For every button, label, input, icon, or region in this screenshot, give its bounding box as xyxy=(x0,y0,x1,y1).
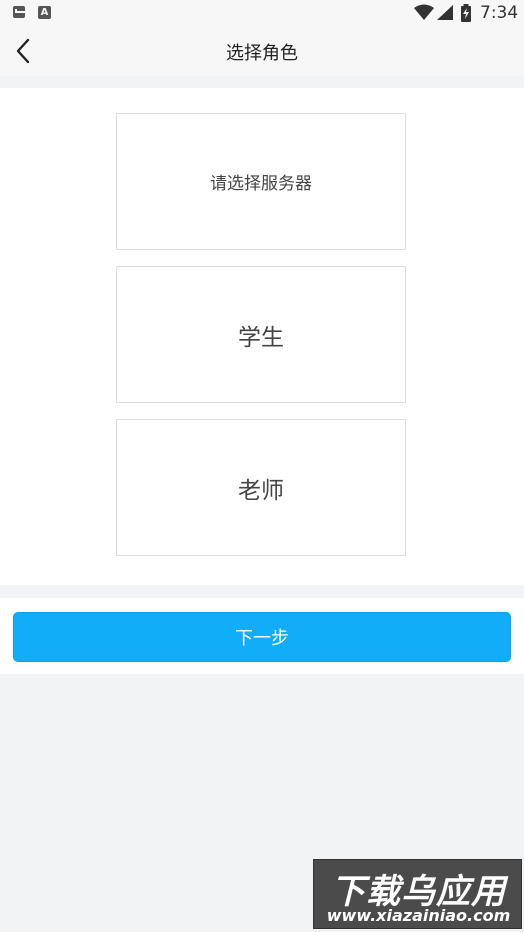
select-server-label: 请选择服务器 xyxy=(210,174,312,194)
next-button-label: 下一步 xyxy=(235,628,289,649)
wifi-icon xyxy=(414,4,434,20)
page-title: 选择角色 xyxy=(226,43,298,64)
role-teacher-label: 老师 xyxy=(238,477,284,504)
header-bar: 选择角色 xyxy=(0,26,524,76)
status-time: 7:34 xyxy=(480,3,519,23)
a-notification-icon: A xyxy=(38,6,51,19)
role-student-label: 学生 xyxy=(238,324,284,351)
role-student-option[interactable]: 学生 xyxy=(116,266,406,403)
role-teacher-option[interactable]: 老师 xyxy=(116,419,406,556)
mail-notification-icon xyxy=(13,6,25,18)
select-server-option[interactable]: 请选择服务器 xyxy=(116,113,406,250)
next-button[interactable]: 下一步 xyxy=(13,612,511,662)
action-panel: 下一步 xyxy=(0,598,524,674)
watermark-url: www.xiazainiao.com xyxy=(326,906,511,925)
role-options-panel: 请选择服务器 学生 老师 xyxy=(0,88,524,585)
cell-signal-icon xyxy=(437,5,453,20)
status-bar: A 7:34 xyxy=(0,0,524,26)
watermark-logo: 下载乌应用 www.xiazainiao.com xyxy=(313,859,522,929)
battery-charging-icon xyxy=(461,4,471,22)
